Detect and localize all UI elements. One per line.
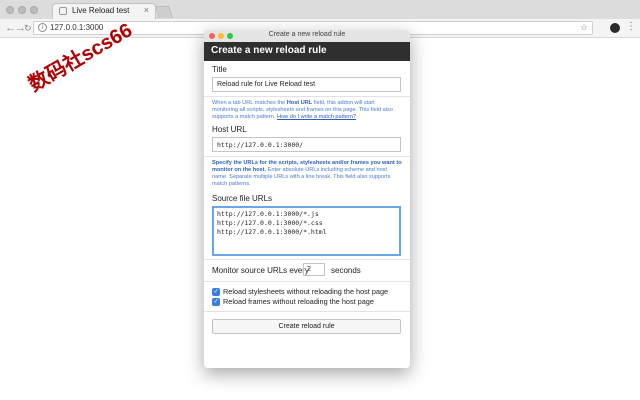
window-minimize-button[interactable] bbox=[18, 6, 26, 14]
reload-icon[interactable]: ↻ bbox=[24, 21, 32, 35]
extension-icon[interactable] bbox=[610, 23, 620, 33]
source-url-line: http://127.0.0.1:3000/*.js bbox=[217, 210, 319, 218]
reload-stylesheets-label: Reload stylesheets without reloading the… bbox=[223, 287, 389, 296]
host-help-text: When a tab URL matches the Host URL fiel… bbox=[212, 100, 402, 121]
info-icon[interactable]: i bbox=[38, 23, 47, 32]
window-close-button[interactable] bbox=[6, 6, 14, 14]
close-icon[interactable]: × bbox=[144, 5, 149, 15]
checkmark-icon[interactable]: ✓ bbox=[212, 288, 220, 297]
source-url-line: http://127.0.0.1:3000/*.html bbox=[217, 228, 327, 236]
popup-heading: Create a new reload rule bbox=[211, 45, 327, 56]
page-favicon-icon bbox=[59, 7, 67, 15]
source-urls-label: Source file URLs bbox=[212, 194, 273, 203]
source-help-text: Specify the URLs for the scripts, styles… bbox=[212, 160, 402, 188]
reload-stylesheets-option[interactable]: ✓ Reload stylesheets without reloading th… bbox=[212, 287, 389, 297]
browser-tab[interactable]: Live Reload test × bbox=[52, 3, 156, 19]
reload-frames-option[interactable]: ✓ Reload frames without reloading the hos… bbox=[212, 297, 374, 307]
divider bbox=[204, 281, 410, 282]
monitor-interval-label: Monitor source URLs every bbox=[212, 266, 309, 275]
window-zoom-button[interactable] bbox=[30, 6, 38, 14]
monitor-interval-input[interactable]: 2 bbox=[303, 263, 325, 276]
source-urls-textarea[interactable]: http://127.0.0.1:3000/*.js http://127.0.… bbox=[212, 206, 401, 256]
title-input[interactable]: Reload rule for Live Reload test bbox=[212, 77, 401, 92]
title-label: Title bbox=[212, 65, 227, 74]
new-tab-button[interactable] bbox=[155, 6, 173, 18]
create-reload-rule-button[interactable]: Create reload rule bbox=[212, 319, 401, 334]
match-pattern-link[interactable]: How do I write a match pattern? bbox=[277, 114, 356, 120]
popup-header: Create a new reload rule bbox=[204, 42, 410, 61]
host-url-input[interactable]: http://127.0.0.1:3000/ bbox=[212, 137, 401, 152]
host-help-part: When a tab URL matches the bbox=[212, 100, 287, 106]
source-url-line: http://127.0.0.1:3000/*.css bbox=[217, 219, 323, 227]
star-icon[interactable]: ☆ bbox=[580, 22, 588, 33]
host-help-bold: Host URL bbox=[286, 100, 313, 106]
menu-icon[interactable]: ⋮ bbox=[626, 21, 636, 33]
host-url-label: Host URL bbox=[212, 125, 247, 134]
divider bbox=[204, 259, 410, 260]
checkmark-icon[interactable]: ✓ bbox=[212, 298, 220, 307]
seconds-label: seconds bbox=[331, 266, 361, 275]
popup-window-title: Create a new reload rule bbox=[268, 31, 346, 38]
divider bbox=[204, 311, 410, 312]
tab-strip: Live Reload test × bbox=[0, 0, 640, 20]
divider bbox=[204, 96, 410, 97]
reload-frames-label: Reload frames without reloading the host… bbox=[223, 297, 374, 306]
reload-rule-popup: Create a new reload rule Create a new re… bbox=[204, 30, 410, 368]
divider bbox=[204, 156, 410, 157]
